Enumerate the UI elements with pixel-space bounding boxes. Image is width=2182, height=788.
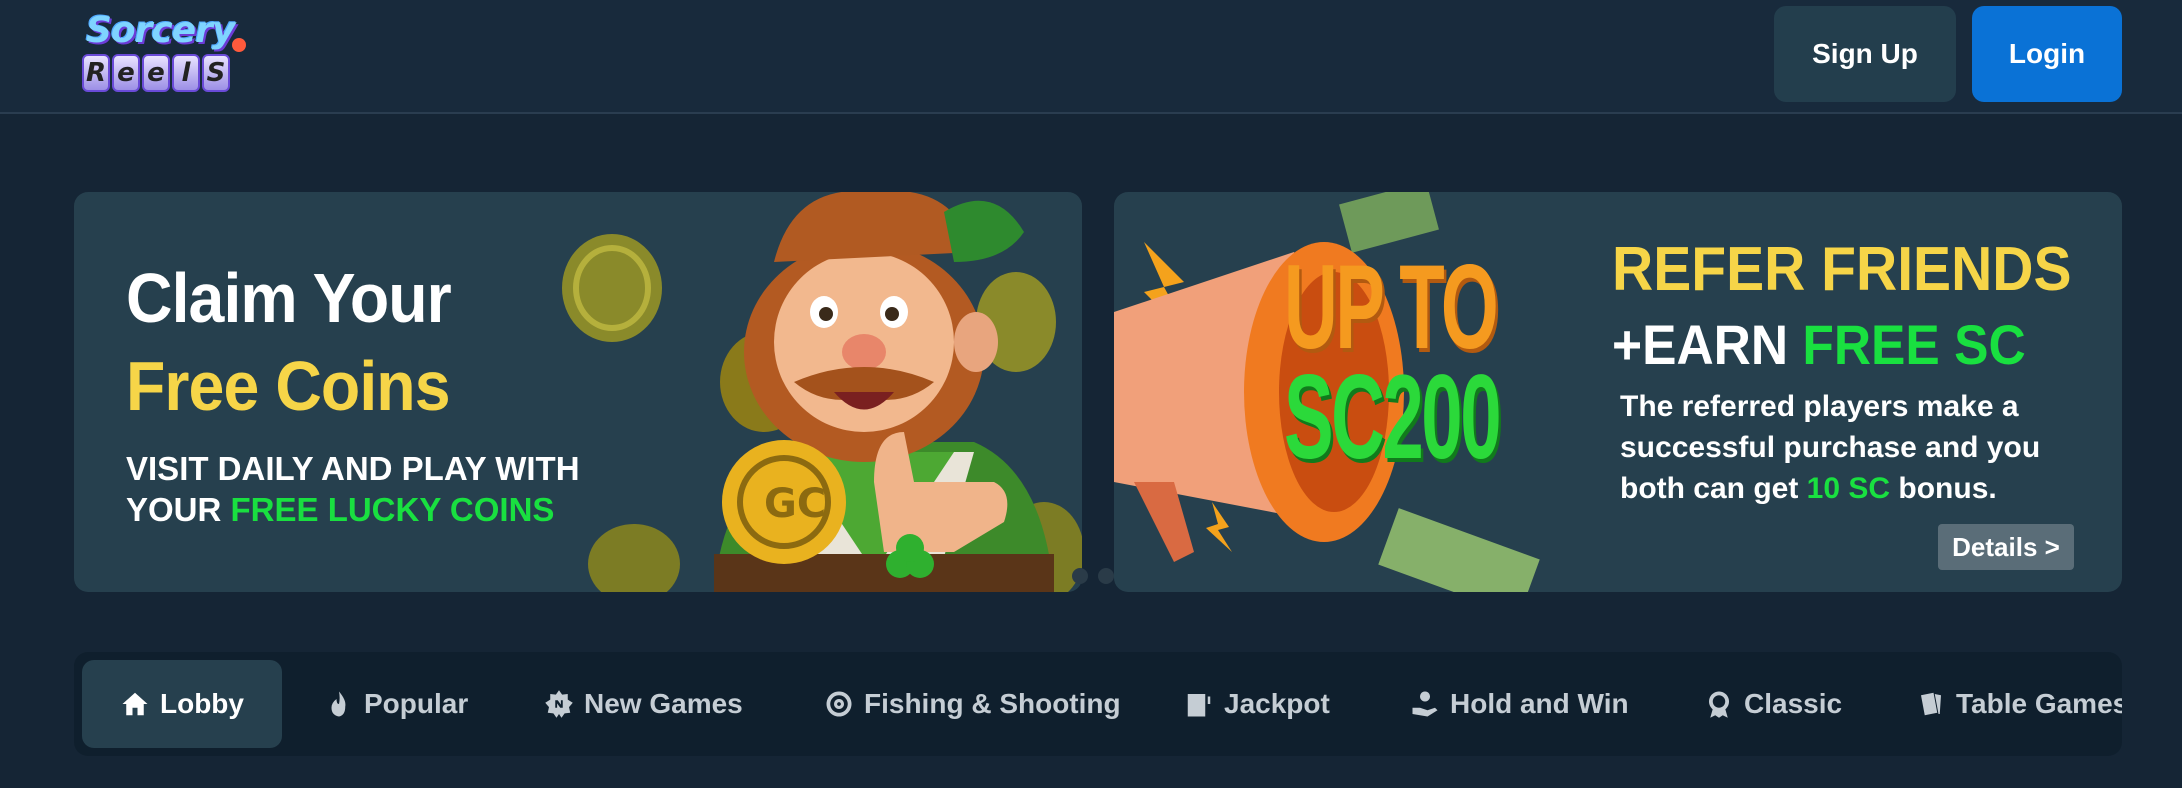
target-icon bbox=[826, 691, 852, 717]
claim-subtitle: VISIT DAILY AND PLAY WITH YOUR FREE LUCK… bbox=[126, 450, 580, 528]
details-button[interactable]: Details > bbox=[1938, 524, 2074, 570]
hand-coin-icon bbox=[1412, 691, 1438, 717]
svg-text:GC: GC bbox=[764, 481, 826, 527]
top-header: Sorcery R e e l S Sign Up Login bbox=[0, 0, 2182, 114]
claim-free-coins-banner[interactable]: GC Claim Your Free Coins VISIT DAILY AND… bbox=[74, 192, 1082, 592]
medal-icon bbox=[1709, 691, 1730, 718]
refer-title: REFER FRIENDS bbox=[1612, 235, 2072, 304]
flame-icon bbox=[331, 691, 346, 717]
bonus-amount: 10 SC bbox=[1806, 472, 1891, 505]
tab-fishing-shooting[interactable]: Fishing & Shooting bbox=[824, 660, 1121, 748]
carousel-dot[interactable] bbox=[1098, 568, 1114, 584]
carousel-dots bbox=[1072, 568, 1114, 584]
category-tabs: Lobby Popular New Games Fishing & Shooti… bbox=[74, 652, 2122, 756]
tab-hold-and-win[interactable]: Hold and Win bbox=[1410, 660, 1629, 748]
tab-classic[interactable]: Classic bbox=[1704, 660, 1842, 748]
login-button[interactable]: Login bbox=[1972, 6, 2122, 102]
tab-jackpot[interactable]: Jackpot bbox=[1184, 660, 1330, 748]
refer-earn-line: +EARN FREE SC bbox=[1612, 313, 2026, 376]
tab-new-games[interactable]: New Games bbox=[544, 660, 743, 748]
logo-text-top: Sorcery bbox=[86, 10, 235, 51]
tab-lobby[interactable]: Lobby bbox=[82, 660, 282, 748]
home-icon bbox=[122, 692, 148, 716]
cards-icon bbox=[1921, 692, 1941, 716]
site-logo[interactable]: Sorcery R e e l S bbox=[82, 10, 252, 96]
carousel-dot[interactable] bbox=[1072, 568, 1088, 584]
refer-friends-banner[interactable]: UP TO SC200 REFER FRIENDS +EARN FREE SC … bbox=[1114, 192, 2122, 592]
refer-description: The referred players make a successful p… bbox=[1620, 390, 2041, 505]
sign-up-button[interactable]: Sign Up bbox=[1774, 6, 1956, 102]
tab-table-games[interactable]: Table Games bbox=[1916, 660, 2122, 748]
free-sc-highlight: FREE SC bbox=[1802, 313, 2026, 376]
logo-dot-icon bbox=[232, 38, 246, 52]
claim-title-line2: Free Coins bbox=[126, 347, 451, 425]
promo-up-to-sc200: UP TO SC200 bbox=[1284, 240, 1502, 484]
tab-popular[interactable]: Popular bbox=[324, 660, 468, 748]
logo-text-bottom: R e e l S bbox=[82, 54, 232, 94]
free-lucky-coins-highlight: FREE LUCKY COINS bbox=[230, 491, 555, 528]
new-badge-icon bbox=[545, 690, 573, 718]
claim-title-line1: Claim Your bbox=[126, 259, 452, 337]
slot-machine-icon bbox=[1187, 694, 1211, 717]
